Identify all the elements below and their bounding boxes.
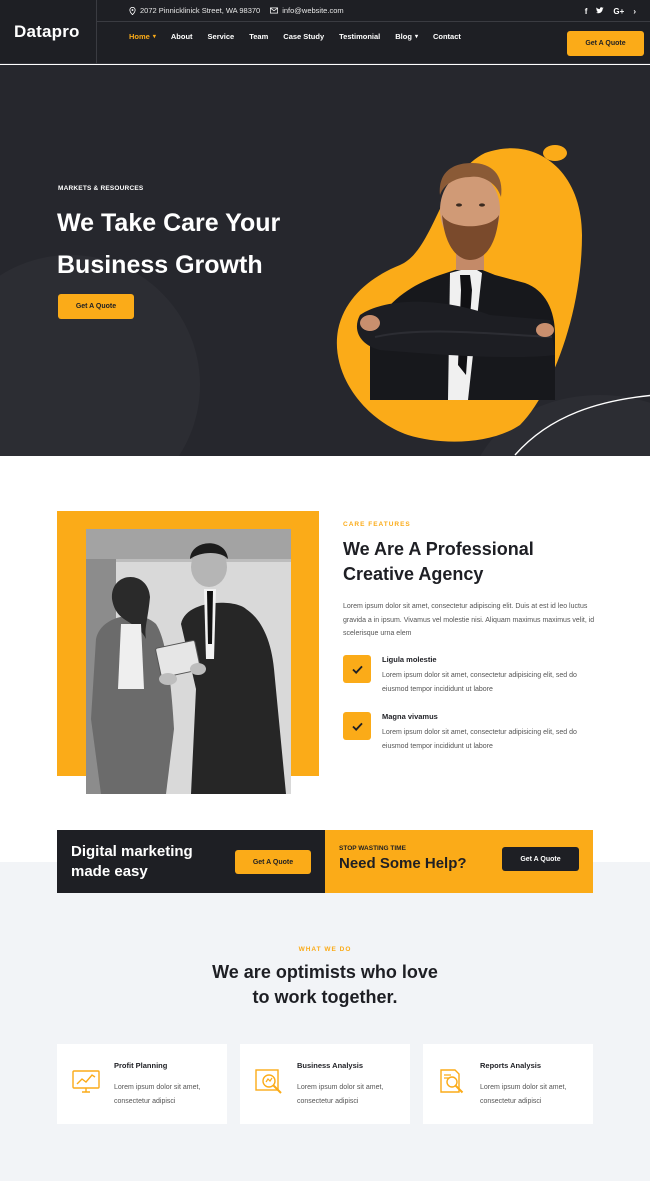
service-card-text: Lorem ipsum dolor sit amet, consectetur … bbox=[480, 1084, 567, 1105]
hero-quote-button[interactable]: Get A Quote bbox=[58, 294, 134, 319]
address-text: 2072 Pinnicklinick Street, WA 98370 bbox=[140, 6, 261, 15]
hero-title: We Take Care Your Business Growth bbox=[57, 202, 357, 286]
envelope-icon bbox=[270, 7, 279, 14]
cta-marketing-title: Digital marketing made easy bbox=[71, 842, 221, 882]
site-header: Datapro 2072 Pinnicklinick Street, WA 98… bbox=[0, 0, 650, 64]
cta-quote-button[interactable]: Get A Quote bbox=[235, 850, 311, 874]
services-kicker: WHAT WE DO bbox=[298, 946, 352, 953]
service-card-title: Reports Analysis bbox=[480, 1061, 541, 1070]
hero-businessman-image bbox=[336, 145, 650, 456]
nav-label: Service bbox=[207, 32, 235, 41]
hero-kicker: MARKETS & RESOURCES bbox=[58, 185, 144, 192]
about-description: Lorem ipsum dolor sit amet, consectetur … bbox=[343, 603, 595, 637]
nav-item-about[interactable]: About bbox=[171, 32, 193, 41]
service-card[interactable]: Profit Planning Lorem ipsum dolor sit am… bbox=[57, 1044, 227, 1124]
nav-label: About bbox=[170, 32, 193, 41]
nav-item-home[interactable]: Home ▾ bbox=[129, 32, 156, 41]
analysis-search-icon bbox=[254, 1068, 284, 1101]
chevron-down-icon: ▾ bbox=[152, 34, 156, 40]
email-info[interactable]: info@website.com bbox=[270, 6, 344, 15]
logo[interactable]: Datapro bbox=[0, 0, 97, 64]
feature-title: Ligula molestie bbox=[382, 655, 437, 664]
services-title: We are optimists who love to work togeth… bbox=[0, 960, 650, 1010]
topbar: 2072 Pinnicklinick Street, WA 98370 info… bbox=[97, 0, 650, 22]
cta-help-quote-button[interactable]: Get A Quote bbox=[502, 847, 579, 871]
service-card[interactable]: Business Analysis Lorem ipsum dolor sit … bbox=[240, 1044, 410, 1124]
nav-item-blog[interactable]: Blog ▾ bbox=[395, 32, 418, 41]
nav-item-testimonial[interactable]: Testimonial bbox=[339, 32, 380, 41]
nav-label: Blog bbox=[395, 32, 412, 41]
location-pin-icon bbox=[129, 6, 136, 15]
social-links: f G+ › bbox=[585, 0, 636, 22]
cta-marketing-panel: Digital marketing made easy Get A Quote bbox=[57, 830, 325, 893]
feature-text: Lorem ipsum dolor sit amet, consectetur … bbox=[382, 729, 577, 750]
check-icon bbox=[343, 712, 371, 740]
business-people-image bbox=[86, 529, 291, 794]
services-title-line1: We are optimists who love bbox=[212, 962, 438, 982]
address-info: 2072 Pinnicklinick Street, WA 98370 bbox=[129, 6, 260, 15]
main-nav: Home ▾ About Service Team Case Study Test… bbox=[129, 32, 476, 41]
services-background bbox=[0, 862, 650, 1181]
cta-help-panel: STOP WASTING TIME Need Some Help? Get A … bbox=[325, 830, 593, 893]
service-card-text: Lorem ipsum dolor sit amet, consectetur … bbox=[297, 1084, 384, 1105]
hero-section: MARKETS & RESOURCES We Take Care Your Bu… bbox=[0, 65, 650, 456]
feature-title: Magna vivamus bbox=[382, 712, 438, 721]
nav-label: Testimonial bbox=[339, 32, 381, 41]
service-card[interactable]: Reports Analysis Lorem ipsum dolor sit a… bbox=[423, 1044, 593, 1124]
nav-item-case-study[interactable]: Case Study bbox=[283, 32, 324, 41]
facebook-icon[interactable]: f bbox=[585, 7, 588, 16]
header-quote-button[interactable]: Get A Quote bbox=[567, 31, 644, 56]
service-card-title: Profit Planning bbox=[114, 1061, 168, 1070]
chart-monitor-icon bbox=[71, 1068, 101, 1101]
about-title-line1: We Are A Professional bbox=[343, 539, 534, 559]
chevron-down-icon[interactable]: › bbox=[633, 7, 636, 16]
about-kicker: CARE FEATURES bbox=[343, 521, 411, 528]
check-icon bbox=[343, 655, 371, 683]
nav-label: Team bbox=[249, 32, 269, 41]
report-search-icon bbox=[437, 1068, 467, 1101]
services-title-line2: to work together. bbox=[252, 987, 398, 1007]
cta-title-line2: made easy bbox=[71, 863, 148, 880]
chevron-down-icon: ▾ bbox=[414, 34, 418, 40]
about-team-photo bbox=[86, 529, 291, 794]
about-title-line2: Creative Agency bbox=[343, 564, 484, 584]
about-title: We Are A Professional Creative Agency bbox=[343, 537, 593, 587]
nav-label: Home bbox=[129, 32, 150, 41]
google-plus-icon[interactable]: G+ bbox=[613, 7, 624, 16]
twitter-icon[interactable] bbox=[596, 6, 605, 16]
feature-text: Lorem ipsum dolor sit amet, consectetur … bbox=[382, 672, 577, 693]
nav-label: Case Study bbox=[283, 32, 325, 41]
nav-item-service[interactable]: Service bbox=[208, 32, 235, 41]
cta-help-title: Need Some Help? bbox=[339, 855, 467, 872]
service-card-title: Business Analysis bbox=[297, 1061, 364, 1070]
hero-title-line2: Business Growth bbox=[57, 251, 263, 279]
nav-item-contact[interactable]: Contact bbox=[433, 32, 461, 41]
hero-title-line1: We Take Care Your bbox=[57, 209, 281, 237]
email-text: info@website.com bbox=[282, 6, 344, 15]
service-card-text: Lorem ipsum dolor sit amet, consectetur … bbox=[114, 1084, 201, 1105]
nav-label: Contact bbox=[432, 32, 461, 41]
nav-item-team[interactable]: Team bbox=[249, 32, 268, 41]
cta-help-kicker: STOP WASTING TIME bbox=[339, 845, 406, 852]
cta-title-line1: Digital marketing bbox=[71, 843, 193, 860]
